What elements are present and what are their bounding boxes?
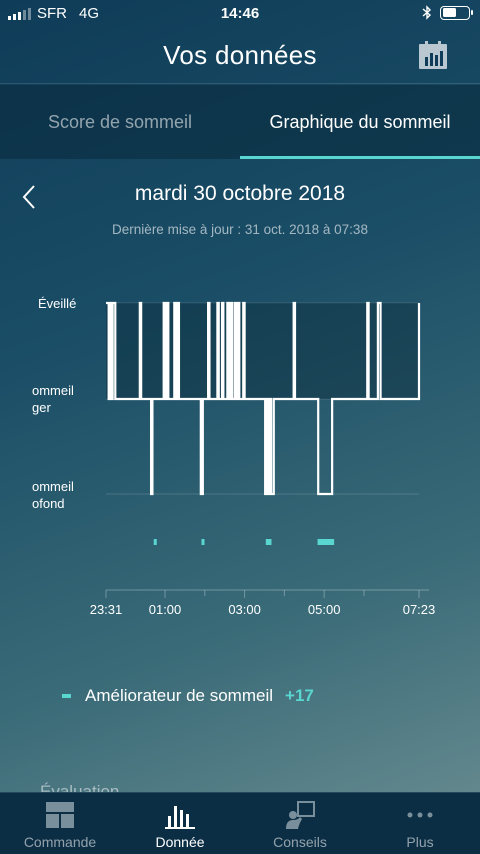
nav-item-donnee[interactable]: Donnée xyxy=(120,793,240,854)
dashboard-icon xyxy=(46,802,74,828)
bottom-navigation: Commande Donnée Conseils Plus xyxy=(0,792,480,854)
nav-item-plus[interactable]: Plus xyxy=(360,793,480,854)
more-icon xyxy=(407,812,433,818)
legend-label: Améliorateur de sommeil xyxy=(85,686,274,705)
legend: Améliorateur de sommeil +17 xyxy=(62,686,314,706)
x-tick-label: 05:00 xyxy=(308,602,341,617)
calendar-chart-icon[interactable] xyxy=(418,40,448,70)
battery-level xyxy=(442,8,456,17)
legend-swatch xyxy=(62,694,71,698)
sleep-chart: 23:31 01:00 03:00 05:00 07:23 xyxy=(90,301,436,617)
bluetooth-icon xyxy=(422,5,432,20)
last-updated-text: Dernière mise à jour : 31 oct. 2018 à 07… xyxy=(112,222,368,237)
nav-label-donnee: Donnée xyxy=(155,834,205,850)
date-title: mardi 30 octobre 2018 xyxy=(134,182,346,205)
nav-label-plus: Plus xyxy=(406,834,434,850)
nav-label-conseils: Conseils xyxy=(273,834,327,850)
bar-chart-icon xyxy=(165,806,195,829)
active-tab-indicator xyxy=(240,156,480,159)
status-time: 14:46 xyxy=(220,5,260,22)
tab-bar: Score de sommeil Graphique du sommeil xyxy=(0,85,480,159)
sleep-enhancer-marker xyxy=(265,539,269,545)
tab-score-de-sommeil[interactable]: Score de sommeil xyxy=(0,85,240,159)
x-tick-label: 01:00 xyxy=(149,602,182,617)
sleep-enhancer-marker xyxy=(268,539,272,545)
sleep-enhancer-marker xyxy=(317,539,335,545)
header: Vos données xyxy=(0,28,480,84)
sleep-enhancer-marker xyxy=(201,539,205,545)
nav-item-commande[interactable]: Commande xyxy=(0,793,120,854)
status-bar: SFR 4G 14:46 xyxy=(0,0,480,28)
status-right xyxy=(422,5,473,20)
awake-band xyxy=(106,303,419,399)
page-title: Vos données xyxy=(163,40,317,70)
date-navigation: mardi 30 octobre 2018 xyxy=(0,180,480,214)
x-tick-label: 03:00 xyxy=(228,602,261,617)
sleep-enhancer-marker xyxy=(153,539,157,545)
tab-graphique-du-sommeil[interactable]: Graphique du sommeil xyxy=(240,85,480,159)
battery-icon xyxy=(440,5,473,20)
x-tick-label: 07:23 xyxy=(403,602,436,617)
advice-icon xyxy=(286,801,315,829)
nav-label-commande: Commande xyxy=(23,834,97,850)
nav-item-conseils[interactable]: Conseils xyxy=(240,793,360,854)
x-tick-label: 23:31 xyxy=(90,602,123,617)
legend-value: +17 xyxy=(285,686,314,705)
